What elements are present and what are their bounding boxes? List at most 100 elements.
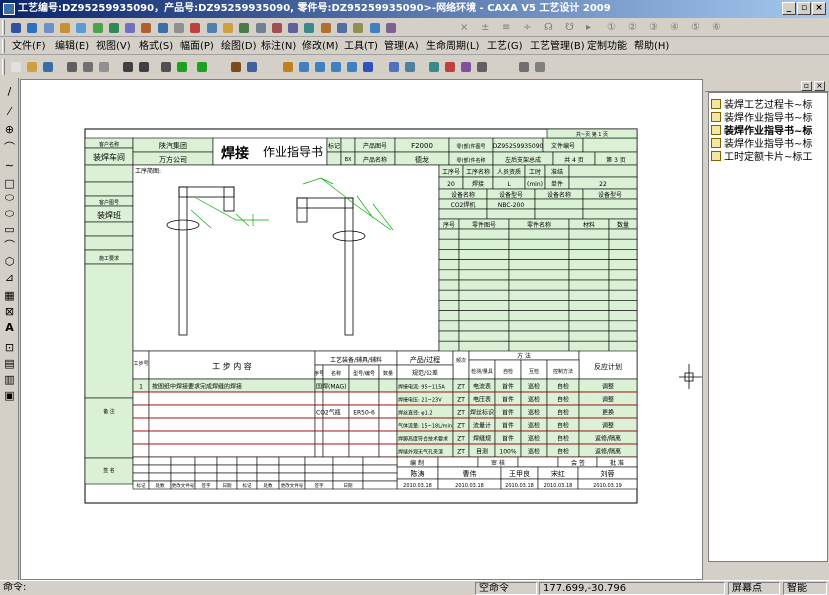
disabled-tool-glyph[interactable]: ☋: [565, 20, 574, 35]
menu-item[interactable]: 格式(S): [139, 39, 173, 54]
disabled-tool-glyph[interactable]: ③: [649, 20, 658, 35]
menu-item[interactable]: 编辑(E): [55, 39, 89, 54]
toolbar-button[interactable]: [41, 20, 56, 35]
toolbar-button[interactable]: [80, 59, 95, 74]
toolbar-button[interactable]: [236, 20, 251, 35]
menu-item[interactable]: 帮助(H): [634, 39, 669, 54]
snap-type-select[interactable]: 智能: [783, 582, 827, 595]
toolbar-button[interactable]: [301, 20, 316, 35]
draw-tool-button[interactable]: ⬭: [2, 190, 17, 205]
draw-tool-button[interactable]: ⊡: [2, 340, 17, 355]
draw-tool-button[interactable]: ⊿: [2, 270, 17, 285]
toolbar-button[interactable]: [174, 59, 189, 74]
process-file-item[interactable]: 装焊工艺过程卡~标: [711, 99, 812, 112]
toolbar-button[interactable]: [24, 59, 39, 74]
toolbar-button[interactable]: [90, 20, 105, 35]
draw-tool-button[interactable]: □: [2, 176, 17, 191]
toolbar-button[interactable]: [350, 20, 365, 35]
toolbar-button[interactable]: [532, 59, 547, 74]
toolbar-button[interactable]: [516, 59, 531, 74]
toolbar-grip[interactable]: [2, 20, 5, 35]
draw-tool-button[interactable]: ▦: [2, 288, 17, 303]
menu-item[interactable]: 工具(T): [344, 39, 378, 54]
toolbar-grip[interactable]: [2, 59, 5, 75]
draw-tool-button[interactable]: ▭: [2, 222, 17, 237]
draw-tool-button[interactable]: ▣: [2, 388, 17, 403]
toolbar-button[interactable]: [187, 20, 202, 35]
menu-item[interactable]: 工艺(G): [487, 39, 523, 54]
disabled-tool-glyph[interactable]: ±: [481, 20, 489, 35]
draw-tool-button[interactable]: ▤: [2, 356, 17, 371]
toolbar-button[interactable]: [296, 59, 311, 74]
draw-tool-button[interactable]: ⌒: [2, 238, 17, 253]
toolbar-button[interactable]: [120, 59, 135, 74]
toolbar-button[interactable]: [285, 20, 300, 35]
toolbar-button[interactable]: [204, 20, 219, 35]
disabled-tool-glyph[interactable]: ②: [628, 20, 637, 35]
toolbar-button[interactable]: [155, 20, 170, 35]
menu-item[interactable]: 标注(N): [261, 39, 296, 54]
toolbar-button[interactable]: [96, 59, 111, 74]
toolbar-button[interactable]: [386, 59, 401, 74]
toolbar-button[interactable]: [474, 59, 489, 74]
draw-tool-button[interactable]: ⬭: [2, 206, 17, 221]
toolbar-button[interactable]: [220, 20, 235, 35]
draw-tool-button[interactable]: ⬡: [2, 254, 17, 269]
toolbar-button[interactable]: [334, 20, 349, 35]
draw-tool-button[interactable]: A: [2, 320, 17, 335]
draw-tool-button[interactable]: ▥: [2, 372, 17, 387]
panel-pin-button[interactable]: ▫: [801, 81, 812, 91]
toolbar-button[interactable]: [194, 59, 209, 74]
toolbar-button[interactable]: [328, 59, 343, 74]
disabled-tool-glyph[interactable]: ⑤: [691, 20, 700, 35]
toolbar-button[interactable]: [253, 20, 268, 35]
disabled-tool-glyph[interactable]: ×: [460, 20, 468, 35]
menu-item[interactable]: 管理(A): [384, 39, 419, 54]
panel-close-button[interactable]: ×: [814, 81, 825, 91]
toolbar-button[interactable]: [158, 59, 173, 74]
disabled-tool-glyph[interactable]: ①: [607, 20, 616, 35]
toolbar-button[interactable]: [269, 20, 284, 35]
process-file-item[interactable]: 工时定额卡片~标工: [711, 151, 812, 164]
menu-item[interactable]: 文件(F): [12, 39, 46, 54]
menu-item[interactable]: 修改(M): [302, 39, 338, 54]
toolbar-button[interactable]: [171, 20, 186, 35]
toolbar-button[interactable]: [280, 59, 295, 74]
toolbar-button[interactable]: [344, 59, 359, 74]
toolbar-button[interactable]: [312, 59, 327, 74]
minimize-button[interactable]: _: [782, 2, 796, 15]
menubar-grip[interactable]: [2, 39, 5, 53]
menu-item[interactable]: 生命周期(L): [426, 39, 479, 54]
menu-item[interactable]: 定制功能: [587, 39, 627, 54]
disabled-tool-glyph[interactable]: ÷: [523, 20, 531, 35]
disabled-tool-glyph[interactable]: ☊: [544, 20, 553, 35]
toolbar-button[interactable]: [64, 59, 79, 74]
toolbar-button[interactable]: [383, 20, 398, 35]
menu-item[interactable]: 绘图(D): [221, 39, 257, 54]
disabled-tool-glyph[interactable]: ≡: [502, 20, 510, 35]
process-file-item[interactable]: 装焊作业指导书~标: [711, 138, 812, 151]
disabled-tool-glyph[interactable]: ④: [670, 20, 679, 35]
drawing-canvas[interactable]: 客户名称 装焊车间 客户图号 装焊班 施工要求备 注签 名陕汽集团 万方公司 焊接 作业指导书…: [20, 79, 703, 580]
draw-tool-button[interactable]: ⌒: [2, 140, 17, 155]
toolbar-button[interactable]: [8, 20, 23, 35]
draw-tool-button[interactable]: ∼: [2, 158, 17, 173]
toolbar-button[interactable]: [106, 20, 121, 35]
disabled-tool-glyph[interactable]: ▸: [586, 20, 591, 35]
toolbar-button[interactable]: [122, 20, 137, 35]
menu-item[interactable]: 视图(V): [96, 39, 131, 54]
process-file-item[interactable]: 装焊作业指导书~标: [711, 125, 812, 138]
toolbar-button[interactable]: [8, 59, 23, 74]
toolbar-button[interactable]: [367, 20, 382, 35]
disabled-tool-glyph[interactable]: ⑥: [712, 20, 721, 35]
toolbar-button[interactable]: [426, 59, 441, 74]
toolbar-button[interactable]: [318, 20, 333, 35]
close-button[interactable]: ×: [812, 2, 826, 15]
snap-mode[interactable]: 屏幕点: [728, 582, 780, 595]
toolbar-button[interactable]: [402, 59, 417, 74]
draw-tool-button[interactable]: ⁄: [2, 104, 17, 119]
toolbar-button[interactable]: [73, 20, 88, 35]
toolbar-button[interactable]: [136, 59, 151, 74]
toolbar-button[interactable]: [138, 20, 153, 35]
toolbar-button[interactable]: [40, 59, 55, 74]
